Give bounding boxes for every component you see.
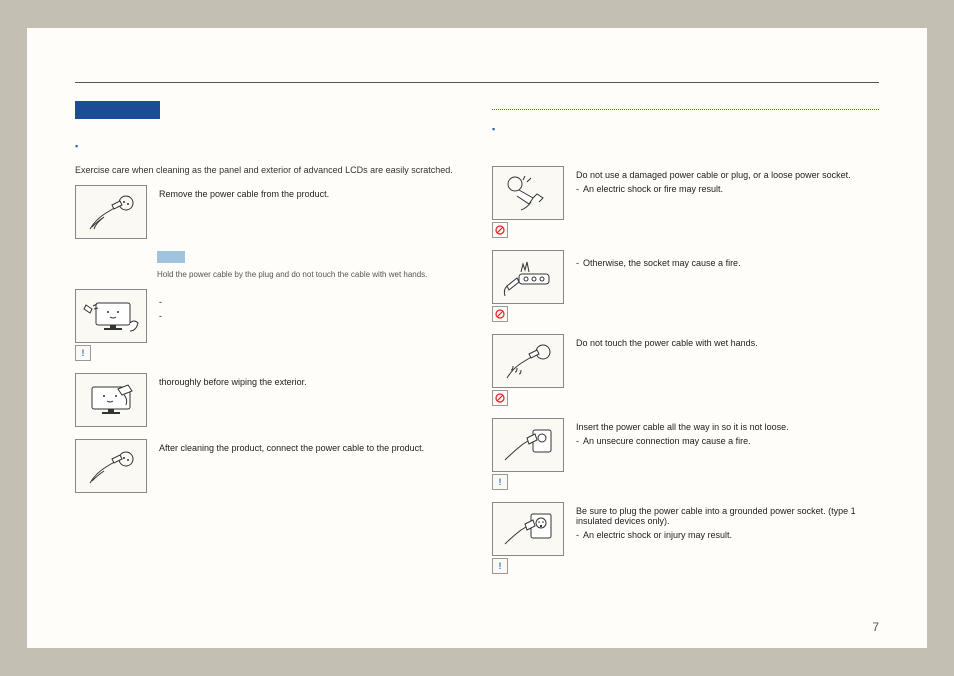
warn-overload-socket: -Otherwise, the socket may cause a fire.	[492, 250, 879, 322]
prohibit-icon	[492, 306, 508, 322]
prohibit-icon	[492, 390, 508, 406]
step-wipe: thoroughly before wiping the exterior.	[75, 373, 462, 427]
warn-damaged-cable: Do not use a damaged power cable or plug…	[492, 166, 879, 238]
monitor-spray-icon	[82, 295, 140, 337]
warn-text: Do not touch the power cable with wet ha…	[576, 334, 879, 348]
illustration: !	[492, 502, 564, 574]
illustration: !	[75, 289, 147, 361]
info-grounded-socket: ! Be sure to plug the power cable into a…	[492, 502, 879, 574]
section-heading-bar	[75, 101, 160, 119]
wipe-monitor-icon	[82, 379, 140, 421]
powerstrip-fire-icon	[499, 256, 557, 298]
step-text: thoroughly before wiping the exterior.	[159, 373, 462, 387]
cleaning-intro: Exercise care when cleaning as the panel…	[75, 165, 462, 175]
wet-hand-plug-icon	[499, 340, 557, 382]
info-text: Be sure to plug the power cable into a g…	[576, 502, 879, 540]
step-remove-cable: Remove the power cable from the product.	[75, 185, 462, 239]
unplug-icon	[82, 191, 140, 233]
step-note: Hold the power cable by the plug and do …	[157, 270, 462, 279]
step-text: Remove the power cable from the product.	[159, 185, 462, 199]
illustration	[492, 250, 564, 322]
subsection-dot: ▪	[75, 141, 462, 151]
insert-plug-icon	[499, 424, 557, 466]
warn-text: Do not use a damaged power cable or plug…	[576, 166, 879, 194]
step-spray-cloth: ! - -	[75, 289, 462, 361]
warn-text: -Otherwise, the socket may cause a fire.	[576, 250, 879, 268]
info-text: Insert the power cable all the way in so…	[576, 418, 879, 446]
illustration: !	[492, 418, 564, 490]
top-rule	[75, 82, 879, 83]
prohibit-icon	[492, 222, 508, 238]
illustration	[75, 185, 147, 239]
info-icon: !	[492, 474, 508, 490]
right-column: ▪ Do not use a damaged power cable or pl…	[492, 101, 879, 628]
subsection-dot: ▪	[492, 124, 879, 134]
illustration	[75, 373, 147, 427]
info-icon: !	[492, 558, 508, 574]
ground-plug-icon	[499, 508, 557, 550]
dotted-divider	[492, 109, 879, 110]
illustration	[75, 439, 147, 493]
step-reconnect: After cleaning the product, connect the …	[75, 439, 462, 493]
step-note-block: Hold the power cable by the plug and do …	[157, 251, 462, 279]
step-text: After cleaning the product, connect the …	[159, 439, 462, 453]
illustration	[492, 166, 564, 238]
two-column-layout: ▪ Exercise care when cleaning as the pan…	[75, 101, 879, 628]
plug-in-icon	[82, 445, 140, 487]
left-column: ▪ Exercise care when cleaning as the pan…	[75, 101, 462, 628]
info-icon: !	[75, 345, 91, 361]
page-number: 7	[872, 620, 879, 634]
warn-wet-hands: Do not touch the power cable with wet ha…	[492, 334, 879, 406]
manual-page: ▪ Exercise care when cleaning as the pan…	[27, 28, 927, 648]
note-label-icon	[157, 251, 185, 263]
info-insert-fully: ! Insert the power cable all the way in …	[492, 418, 879, 490]
damaged-plug-icon	[499, 172, 557, 214]
illustration	[492, 334, 564, 406]
step-text: - -	[159, 289, 462, 321]
